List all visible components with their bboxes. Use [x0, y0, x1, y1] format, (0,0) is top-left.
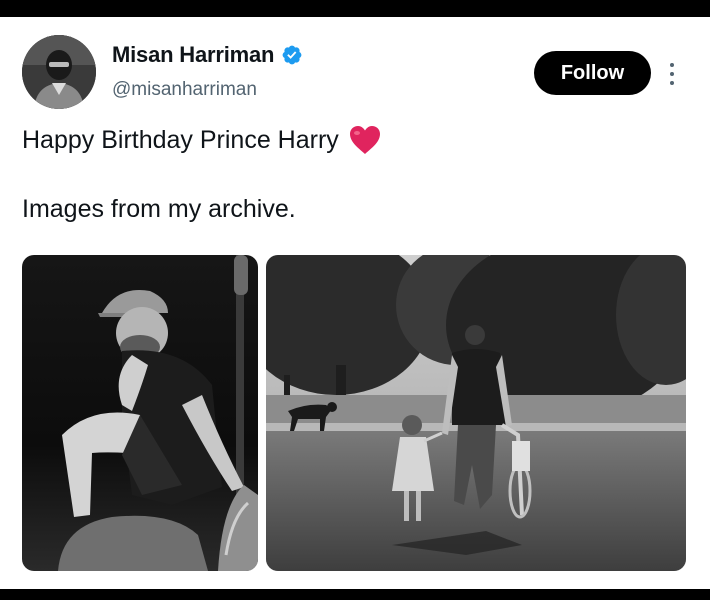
verified-badge-icon[interactable] [281, 44, 303, 66]
tweet-text-line-2: Images from my archive. [22, 195, 296, 223]
dot [670, 63, 674, 67]
tweet-text-line-1: Happy Birthday Prince Harry [22, 125, 381, 155]
dot [670, 81, 674, 85]
photo-father-daughter-walking[interactable] [266, 255, 686, 571]
author-name-row: Misan Harriman [112, 42, 303, 68]
author-display-name[interactable]: Misan Harriman [112, 42, 274, 68]
author-handle[interactable]: @misanharriman [112, 79, 257, 101]
photo-man-seated-cap[interactable] [22, 255, 258, 571]
heart-emoji-icon [349, 125, 381, 155]
tweet-card: Misan Harriman @misanharriman Follow Hap… [0, 17, 710, 589]
avatar[interactable] [22, 35, 96, 109]
follow-button[interactable]: Follow [534, 51, 651, 95]
more-options-icon[interactable] [661, 59, 683, 89]
tweet-text: Happy Birthday Prince Harry [22, 125, 339, 154]
dot [670, 72, 674, 76]
